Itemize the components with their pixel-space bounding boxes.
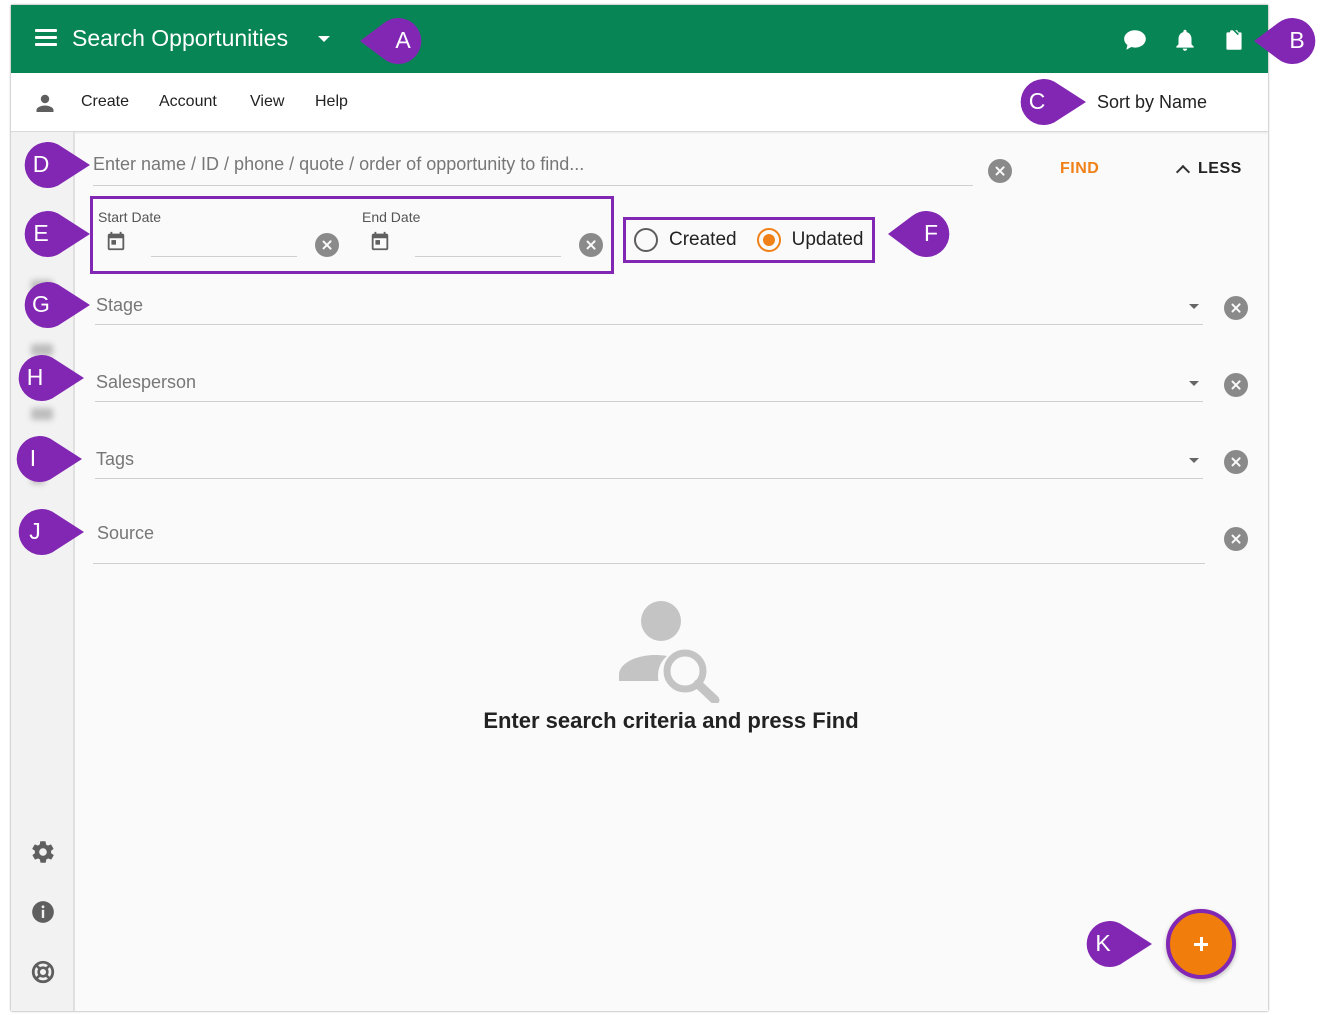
clear-end-date-button[interactable] bbox=[579, 233, 603, 257]
callout-g: G bbox=[10, 282, 90, 328]
clipboard-icon[interactable] bbox=[1221, 27, 1247, 53]
callout-e: E bbox=[10, 211, 90, 257]
user-account-icon[interactable] bbox=[33, 91, 57, 115]
source-input[interactable]: Source bbox=[93, 513, 1205, 564]
add-opportunity-fab[interactable] bbox=[1166, 909, 1236, 979]
hamburger-menu-icon[interactable] bbox=[35, 29, 57, 47]
menu-help[interactable]: Help bbox=[315, 93, 348, 111]
clear-source-button[interactable] bbox=[1224, 527, 1248, 551]
start-date-label: Start Date bbox=[98, 209, 162, 225]
clear-salesperson-button[interactable] bbox=[1224, 373, 1248, 397]
chevron-up-icon bbox=[1175, 164, 1191, 179]
date-range-group: Start Date End Date bbox=[90, 196, 614, 274]
clear-start-date-button[interactable] bbox=[315, 233, 339, 257]
end-date-field[interactable] bbox=[415, 230, 561, 257]
menu-view[interactable]: View bbox=[250, 93, 284, 111]
salesperson-select[interactable]: Salesperson bbox=[95, 366, 1203, 402]
radio-created-label[interactable]: Created bbox=[669, 229, 737, 251]
callout-c: C bbox=[1006, 79, 1086, 125]
end-date-label: End Date bbox=[362, 209, 421, 225]
bell-icon[interactable] bbox=[1172, 27, 1198, 53]
callout-f: F bbox=[888, 211, 962, 257]
top-app-bar: Search Opportunities bbox=[11, 5, 1268, 73]
dropdown-caret-icon bbox=[1189, 304, 1199, 309]
less-toggle-button[interactable]: LESS bbox=[1174, 158, 1242, 180]
page-title[interactable]: Search Opportunities bbox=[72, 25, 288, 52]
callout-j: J bbox=[4, 509, 84, 555]
tags-placeholder: Tags bbox=[96, 449, 135, 469]
clear-search-button[interactable] bbox=[988, 159, 1012, 183]
radio-updated[interactable] bbox=[756, 228, 781, 252]
stage-placeholder: Stage bbox=[96, 295, 144, 315]
person-search-icon bbox=[619, 601, 720, 703]
blurred-sidebar-item bbox=[31, 408, 53, 420]
date-type-radio-group: Created Updated bbox=[623, 217, 875, 263]
tags-select[interactable]: Tags bbox=[95, 443, 1203, 479]
calendar-icon[interactable] bbox=[369, 230, 391, 252]
empty-state-message: Enter search criteria and press Find bbox=[483, 708, 859, 733]
less-label: LESS bbox=[1198, 160, 1242, 177]
find-button[interactable]: FIND bbox=[1060, 160, 1099, 178]
menu-create[interactable]: Create bbox=[81, 93, 129, 111]
callout-a: A bbox=[360, 18, 434, 64]
callout-i: I bbox=[2, 436, 82, 482]
clear-stage-button[interactable] bbox=[1224, 296, 1248, 320]
radio-updated-label[interactable]: Updated bbox=[792, 229, 864, 251]
clear-tags-button[interactable] bbox=[1224, 450, 1248, 474]
callout-d: D bbox=[10, 142, 90, 188]
salesperson-placeholder: Salesperson bbox=[96, 372, 197, 392]
callout-h: H bbox=[4, 355, 84, 401]
radio-created[interactable] bbox=[634, 228, 658, 252]
callout-b: B bbox=[1254, 18, 1327, 64]
stage-select[interactable]: Stage bbox=[95, 289, 1203, 325]
sidebar bbox=[11, 132, 75, 1011]
settings-icon[interactable] bbox=[30, 839, 56, 865]
info-icon[interactable] bbox=[30, 899, 56, 925]
callout-k: K bbox=[1072, 921, 1152, 967]
dropdown-caret-icon bbox=[1189, 381, 1199, 386]
search-input[interactable] bbox=[93, 150, 973, 186]
start-date-field[interactable] bbox=[151, 230, 297, 257]
title-dropdown-caret-icon[interactable] bbox=[318, 36, 330, 42]
page: Search Opportunities Create Account View… bbox=[0, 0, 1327, 1015]
sort-by-button[interactable]: Sort by Name bbox=[1097, 92, 1207, 113]
help-lifebuoy-icon[interactable] bbox=[30, 959, 56, 985]
app-window: Search Opportunities Create Account View… bbox=[11, 5, 1268, 1011]
chat-icon[interactable] bbox=[1122, 27, 1148, 53]
source-placeholder: Source bbox=[97, 523, 155, 543]
menu-account[interactable]: Account bbox=[159, 93, 217, 111]
dropdown-caret-icon bbox=[1189, 458, 1199, 463]
calendar-icon[interactable] bbox=[105, 230, 127, 252]
